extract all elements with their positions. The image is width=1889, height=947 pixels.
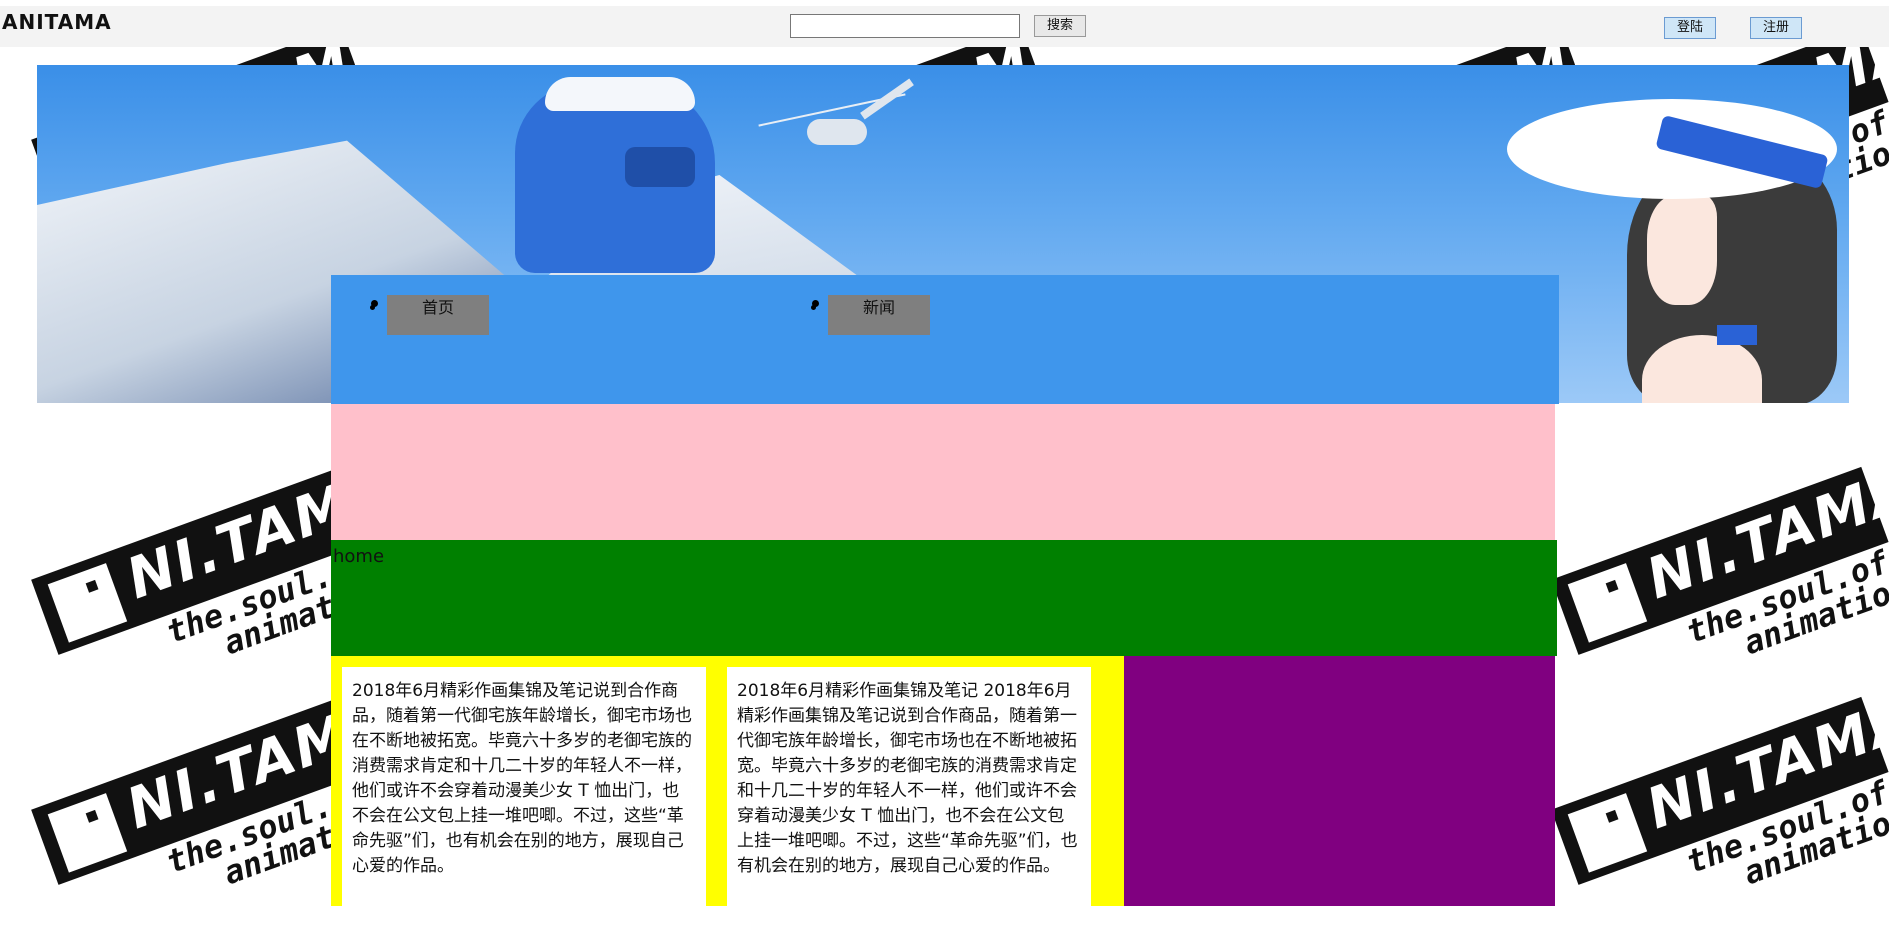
- mascot-logo-icon: [47, 793, 128, 873]
- brand-logo[interactable]: ANITAMA: [2, 10, 112, 34]
- nav-link-news[interactable]: 新闻: [828, 295, 930, 335]
- article-text: 2018年6月精彩作画集锦及笔记说到合作商品，随着第一代御宅族年龄增长，御宅市场…: [352, 681, 692, 876]
- search-button[interactable]: 搜索: [1034, 15, 1086, 37]
- nav-link-home[interactable]: 首页: [387, 295, 489, 335]
- article-card[interactable]: 2018年6月精彩作画集锦及笔记 2018年6月精彩作画集锦及笔记说到合作商品，…: [727, 667, 1091, 906]
- nav-item-news: 新闻: [812, 295, 930, 335]
- top-bar: ANITAMA 搜索 登陆 注册: [0, 6, 1889, 47]
- article-card[interactable]: 2018年6月精彩作画集锦及笔记说到合作商品，随着第一代御宅族年龄增长，御宅市场…: [342, 667, 706, 906]
- purple-section: [1124, 656, 1555, 906]
- main-nav: 首页 新闻: [331, 275, 1559, 404]
- dinosaur-mascot-illustration: [515, 77, 715, 273]
- green-section: home: [331, 540, 1557, 656]
- watermark-tile: NI.TAMA the.soul.ofanimation: [1544, 678, 1889, 932]
- article-text: 2018年6月精彩作画集锦及笔记 2018年6月精彩作画集锦及笔记说到合作商品，…: [737, 681, 1078, 876]
- watermark-tile: NI.TAMA the.soul.ofanimation: [1544, 448, 1889, 702]
- mascot-logo-icon: [1567, 563, 1648, 643]
- nav-item-home: 首页: [371, 295, 489, 335]
- mascot-logo-icon: [47, 563, 128, 643]
- login-button[interactable]: 登陆: [1664, 17, 1716, 39]
- search-input[interactable]: [790, 14, 1020, 38]
- pink-section: [331, 404, 1555, 540]
- home-label: home: [333, 546, 385, 567]
- register-button[interactable]: 注册: [1750, 17, 1802, 39]
- helicopter-illustration: [757, 75, 914, 175]
- mascot-logo-icon: [1567, 793, 1648, 873]
